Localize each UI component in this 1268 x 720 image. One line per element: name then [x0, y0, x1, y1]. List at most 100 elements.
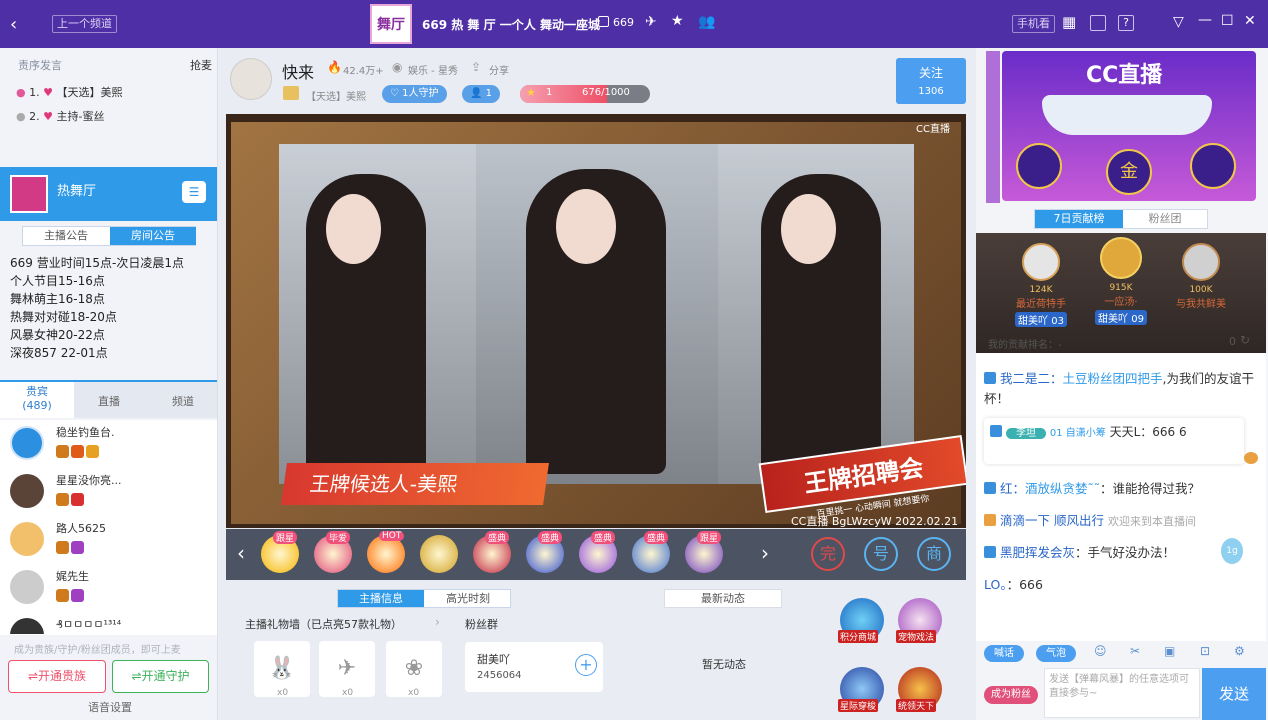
gift-next-icon[interactable]: ›: [761, 541, 769, 565]
shout-button[interactable]: 喊话: [984, 645, 1024, 662]
lock-icon[interactable]: ⊡: [1200, 644, 1210, 658]
water-drop-icon[interactable]: 1g: [1221, 538, 1243, 564]
channel-bar[interactable]: 热舞厅 ☰: [0, 167, 217, 221]
channel-avatar: [10, 175, 48, 213]
coin-icon: [1016, 143, 1062, 189]
queue-item[interactable]: ● 1. ♥ 【天选】美熙: [16, 84, 122, 100]
tab-latest-dynamics[interactable]: 最新动态: [664, 589, 782, 608]
maximize-icon[interactable]: ☐: [1221, 13, 1234, 29]
chat-link[interactable]: 土豆粉丝团四把手: [1063, 371, 1163, 386]
pet-magic-button[interactable]: 宠物戏法: [896, 596, 946, 646]
chevron-right-icon[interactable]: ›: [435, 615, 440, 629]
star-icon[interactable]: ★: [671, 13, 684, 29]
chat-user[interactable]: 黑肥挥发会灰: [1000, 545, 1075, 560]
gift-action-shop[interactable]: 商: [917, 537, 951, 571]
chat-text: 天天L：666 6: [1109, 425, 1187, 439]
tab-highlights[interactable]: 高光时刻: [425, 590, 511, 607]
gift-action-number[interactable]: 号: [864, 537, 898, 571]
minimize-icon[interactable]: —: [1198, 12, 1212, 28]
chat-user[interactable]: 李坦: [1006, 428, 1046, 439]
emoji-icon[interactable]: ☺: [1094, 644, 1107, 658]
chat-user[interactable]: 红: [1000, 481, 1013, 496]
gift-item[interactable]: 毕爱: [314, 531, 354, 575]
image-icon[interactable]: ▣: [1164, 644, 1175, 658]
tab-host-notice[interactable]: 主播公告: [23, 227, 109, 245]
star-travel-button[interactable]: 星际穿梭: [838, 665, 888, 715]
share-icon[interactable]: ⇪: [471, 60, 481, 74]
help-icon[interactable]: ?: [1118, 15, 1134, 31]
fire-icon: 🔥: [327, 60, 342, 74]
tab-live[interactable]: 直播: [98, 393, 120, 409]
chat-input-box[interactable]: 发送【弹幕风暴】的任意选项可直接参与~: [1044, 668, 1200, 718]
plane-icon[interactable]: ✈: [645, 14, 657, 30]
back-icon[interactable]: ‹: [10, 14, 17, 35]
rank-item[interactable]: 124K 最近荷特手 甜美吖 03: [1006, 243, 1076, 338]
tab-room-notice[interactable]: 房间公告: [110, 227, 196, 245]
gift-item[interactable]: 跟星: [685, 531, 725, 575]
list-item[interactable]: 娓先生: [10, 566, 210, 610]
open-guard-button[interactable]: ⇌开通守护: [112, 660, 209, 693]
fans-badge[interactable]: 👤 1: [462, 85, 501, 103]
chat-user[interactable]: LO。: [984, 577, 1007, 592]
grab-mic-button[interactable]: 抢麦: [190, 57, 212, 73]
settings-icon[interactable]: ⚙: [1234, 644, 1245, 658]
chat-user[interactable]: 滴滴一下 顺风出行: [1000, 513, 1104, 528]
streamer-avatar[interactable]: [230, 58, 272, 100]
close-icon[interactable]: ✕: [1244, 13, 1256, 29]
add-icon[interactable]: +: [575, 654, 597, 676]
send-button[interactable]: 发送: [1202, 668, 1266, 720]
chat-user[interactable]: 我二是二: [1000, 371, 1050, 386]
chat-message: 滴滴一下 顺风出行 欢迎来到本直播间: [984, 511, 1259, 532]
ad-banner[interactable]: CC直播 金: [1002, 51, 1256, 201]
voice-settings-button[interactable]: 语音设置: [88, 699, 132, 715]
rank-item[interactable]: 100K 与我共鲜美: [1166, 243, 1236, 338]
become-fan-button[interactable]: 成为粉丝: [984, 686, 1038, 704]
queue-item[interactable]: ● 2. ♥ 主持-蜜丝: [16, 108, 104, 124]
share-button[interactable]: 分享: [489, 62, 509, 77]
grid-icon[interactable]: ▦: [1062, 13, 1076, 31]
points-mall-button[interactable]: 积分商城: [838, 596, 888, 646]
chat-message: LO。：666: [984, 575, 1259, 595]
list-item[interactable]: 稳坐钓鱼台.: [10, 422, 210, 466]
list-item[interactable]: 星星没你亮...: [10, 470, 210, 514]
category[interactable]: 娱乐 - 星秀: [408, 62, 458, 77]
bubble-button[interactable]: 气泡: [1036, 645, 1076, 662]
chat-text: ：手气好没办法！: [1075, 545, 1176, 560]
phone-view-button[interactable]: 手机看: [1012, 15, 1055, 33]
chat-link[interactable]: 01 自潇小筹: [1050, 428, 1106, 439]
gift-action-complete[interactable]: 完: [811, 537, 845, 571]
tab-streamer-info[interactable]: 主播信息: [338, 590, 424, 607]
guard-badge[interactable]: ♡ 1人守护: [382, 85, 447, 103]
rank-label: 一应汤·: [1104, 297, 1138, 308]
open-noble-button[interactable]: ⇌开通贵族: [8, 660, 106, 693]
menu-icon[interactable]: ☰: [182, 181, 206, 203]
video-player[interactable]: CC直播 王牌候选人-美熙 王牌招聘会 百里挑一 心动瞬间 就想要你 CC直播 …: [226, 114, 966, 528]
fan-group-card[interactable]: 甜美吖 2456064 +: [465, 642, 603, 692]
gift-prev-icon[interactable]: ‹: [237, 541, 245, 565]
gift-item[interactable]: 盛典: [473, 531, 513, 575]
gift-item[interactable]: 跟星: [261, 531, 301, 575]
scissors-icon[interactable]: ✂: [1130, 644, 1140, 658]
refresh-icon[interactable]: ↻: [1240, 333, 1250, 347]
rule-world-button[interactable]: 统领天下: [896, 665, 946, 715]
users-icon[interactable]: 👥: [698, 14, 715, 30]
gift-item[interactable]: HOT: [367, 531, 407, 575]
prev-channel-button[interactable]: 上一个频道: [52, 15, 117, 33]
gift-item[interactable]: [420, 535, 460, 575]
tab-nobles[interactable]: 贵宾 (489): [0, 382, 74, 418]
follow-label: 关注: [918, 66, 943, 80]
rank-item[interactable]: 915K 一应汤· 甜美吖 09: [1086, 237, 1156, 338]
bell-icon[interactable]: [1090, 15, 1106, 31]
chat-link[interactable]: 酒放纵贪婪˜˜: [1025, 481, 1100, 496]
follow-button[interactable]: 关注 1306: [896, 58, 966, 104]
ad-side-strip[interactable]: [986, 51, 1000, 203]
gift-item[interactable]: 盛典: [579, 531, 619, 575]
tab-fan-group[interactable]: 粉丝团: [1123, 210, 1207, 228]
list-item[interactable]: 路人5625: [10, 518, 210, 562]
tab-channel[interactable]: 频道: [172, 393, 194, 409]
dropdown-icon[interactable]: ▽: [1173, 14, 1184, 30]
tab-weekly-contrib[interactable]: 7日贡献榜: [1035, 210, 1123, 228]
gift-item[interactable]: 盛典: [632, 531, 672, 575]
list-item[interactable]: ₰ㅁㅁㅁㅁ¹³¹⁴: [10, 614, 210, 634]
gift-item[interactable]: 盛典: [526, 531, 566, 575]
